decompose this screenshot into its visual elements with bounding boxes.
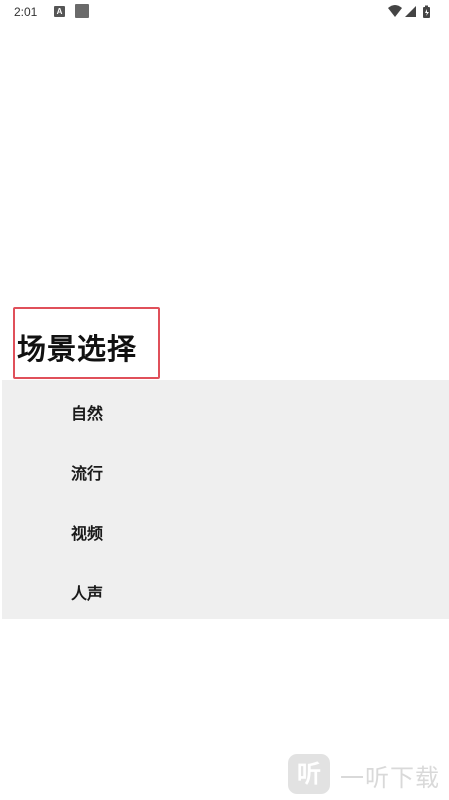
watermark-text: 一听下载 — [340, 764, 440, 792]
wifi-icon — [388, 5, 402, 17]
battery-icon — [423, 5, 430, 18]
scene-list: 自然 流行 视频 人声 — [2, 380, 449, 619]
status-time: 2:01 — [14, 5, 38, 19]
scene-item-label: 流行 — [71, 464, 104, 483]
watermark: 听 一听下载 — [288, 752, 448, 796]
notification-a-icon: A — [54, 6, 65, 17]
scene-item-nature[interactable]: 自然 — [2, 380, 449, 440]
notification-square-icon — [75, 4, 89, 18]
scene-item-label: 视频 — [71, 524, 104, 543]
scene-item-label: 自然 — [71, 404, 104, 423]
status-icons — [387, 4, 435, 20]
cell-signal-icon — [405, 6, 416, 17]
scene-item-video[interactable]: 视频 — [2, 500, 449, 560]
watermark-logo-icon: 听 — [288, 754, 330, 794]
scene-item-label: 人声 — [71, 584, 104, 603]
page-title: 场景选择 — [17, 332, 138, 366]
scene-item-pop[interactable]: 流行 — [2, 440, 449, 500]
scene-item-vocal[interactable]: 人声 — [2, 560, 449, 620]
status-bar: 2:01 A — [0, 0, 449, 24]
